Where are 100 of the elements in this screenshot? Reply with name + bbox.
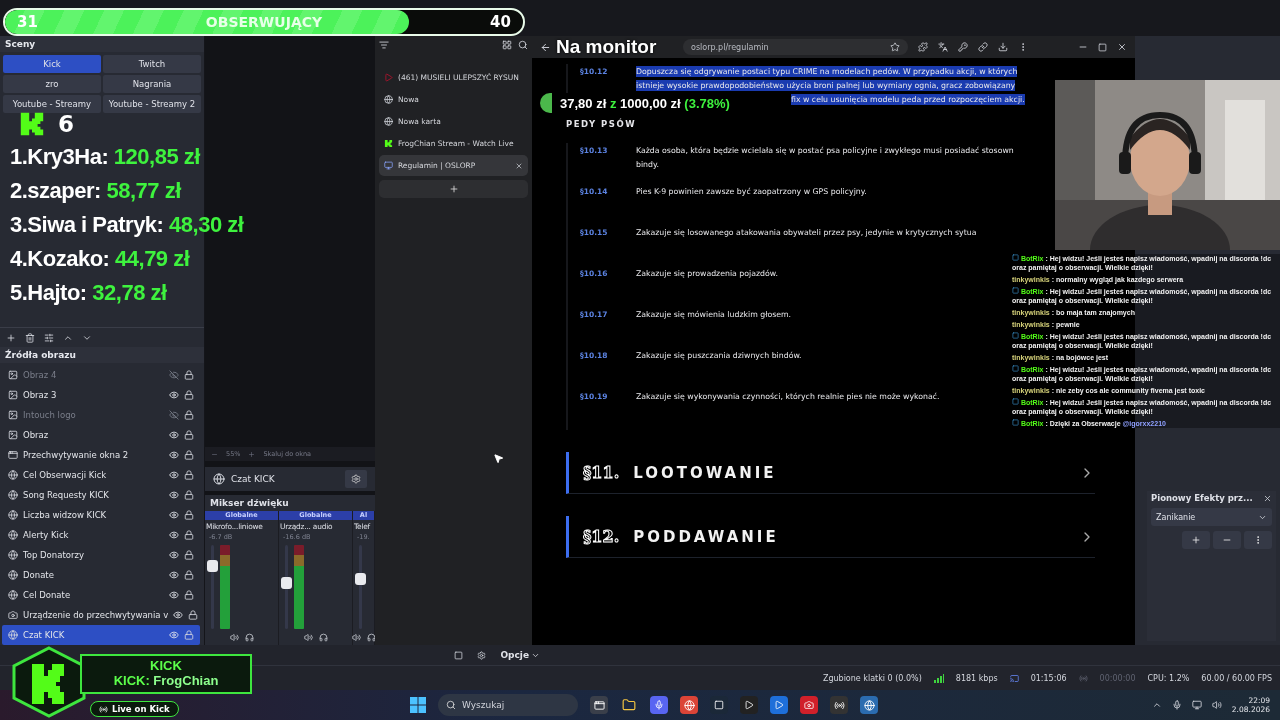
scene-button[interactable]: Kick — [3, 55, 101, 73]
play-app-icon[interactable] — [770, 696, 788, 714]
slider-thumb[interactable] — [207, 560, 218, 572]
eye-icon[interactable] — [169, 570, 179, 580]
speaker-icon[interactable] — [303, 633, 313, 642]
lock-icon[interactable] — [184, 530, 194, 540]
speaker-icon[interactable] — [351, 633, 361, 642]
scene-button[interactable]: zro — [3, 75, 101, 93]
menu-icon[interactable] — [379, 40, 389, 50]
eye-icon[interactable] — [169, 450, 179, 460]
section-header[interactable]: §12. PODDAWANIE — [566, 516, 1095, 558]
maximize-icon[interactable] — [1098, 42, 1107, 52]
lock-icon[interactable] — [184, 390, 194, 400]
headphones-icon[interactable] — [244, 633, 254, 642]
grid-icon[interactable] — [502, 40, 512, 50]
lock-icon[interactable] — [184, 550, 194, 560]
globe-app-icon[interactable] — [860, 696, 878, 714]
back-icon[interactable] — [540, 41, 551, 53]
window-icon[interactable] — [590, 696, 608, 714]
source-row[interactable]: Obraz 3 — [2, 385, 200, 405]
settings-icon[interactable] — [477, 650, 487, 660]
lock-icon[interactable] — [184, 510, 194, 520]
source-row[interactable]: Cel Obserwacji Kick — [2, 465, 200, 485]
transition-dropdown[interactable]: Zanikanie — [1151, 508, 1272, 526]
source-row[interactable]: Intouch logo — [2, 405, 200, 425]
source-row[interactable]: Alerty Kick — [2, 525, 200, 545]
speaker-icon[interactable] — [1211, 700, 1222, 710]
chat-app-icon[interactable] — [650, 696, 668, 714]
browser-icon[interactable] — [680, 696, 698, 714]
eye-icon[interactable] — [173, 610, 184, 620]
lock-icon[interactable] — [184, 450, 194, 460]
remove-button[interactable] — [1213, 531, 1241, 549]
lock-icon[interactable] — [184, 490, 194, 500]
eye-icon[interactable] — [169, 590, 179, 600]
scene-button[interactable]: Youtube - Streamy 2 — [103, 95, 201, 113]
lock-icon[interactable] — [184, 430, 194, 440]
sliders-icon[interactable] — [44, 332, 54, 343]
eye-icon[interactable] — [169, 550, 179, 560]
add-icon[interactable] — [6, 332, 16, 343]
recorder-icon[interactable] — [830, 696, 848, 714]
lock-icon[interactable] — [184, 370, 194, 380]
star-icon[interactable] — [890, 42, 900, 52]
search-icon[interactable] — [518, 40, 528, 50]
source-row[interactable]: Donate — [2, 565, 200, 585]
settings-button[interactable] — [345, 470, 367, 488]
search-field[interactable]: Wyszukaj — [438, 694, 578, 716]
scene-button[interactable]: Youtube - Streamy — [3, 95, 101, 113]
windows-logo-icon[interactable] — [410, 697, 426, 713]
lock-icon[interactable] — [184, 630, 194, 640]
source-row[interactable]: Obraz 4 — [2, 365, 200, 385]
game-launcher-icon[interactable] — [740, 696, 758, 714]
options-button[interactable]: Opcje — [500, 650, 540, 660]
eye-off-icon[interactable] — [169, 410, 179, 420]
source-row[interactable]: Przechwytywanie okna 2 — [2, 445, 200, 465]
source-row[interactable]: Obraz — [2, 425, 200, 445]
puzzle-icon[interactable] — [918, 42, 928, 52]
lock-icon[interactable] — [184, 570, 194, 580]
close-icon[interactable] — [1263, 493, 1272, 503]
lock-icon[interactable] — [188, 610, 199, 620]
source-row[interactable]: Song Requesty KICK — [2, 485, 200, 505]
lock-icon[interactable] — [184, 590, 194, 600]
speaker-icon[interactable] — [229, 633, 239, 642]
scene-button[interactable]: Twitch — [103, 55, 201, 73]
game-store-icon[interactable] — [710, 696, 728, 714]
trash-icon[interactable] — [25, 332, 35, 343]
chevron-up-icon[interactable] — [1151, 700, 1162, 710]
scene-button[interactable]: Nagrania — [103, 75, 201, 93]
add-button[interactable] — [1182, 531, 1210, 549]
eye-icon[interactable] — [169, 470, 179, 480]
key-icon[interactable] — [958, 42, 968, 52]
layout-icon[interactable] — [454, 650, 464, 660]
source-row[interactable]: Urządzenie do przechwytywania v — [2, 605, 200, 625]
eye-icon[interactable] — [169, 630, 179, 640]
link-icon[interactable] — [978, 42, 988, 52]
source-row[interactable]: Cel Donate — [2, 585, 200, 605]
source-row[interactable]: Czat KICK — [2, 625, 200, 645]
source-row[interactable]: Top Donatorzy — [2, 545, 200, 565]
headphones-icon[interactable] — [318, 633, 328, 642]
headphones-icon[interactable] — [366, 633, 376, 642]
slider-thumb[interactable] — [355, 572, 366, 585]
eye-icon[interactable] — [169, 430, 179, 440]
close-icon[interactable] — [515, 161, 523, 170]
lock-icon[interactable] — [184, 410, 194, 420]
source-row[interactable]: Liczba widzow KICK — [2, 505, 200, 525]
eye-icon[interactable] — [169, 390, 179, 400]
eye-off-icon[interactable] — [169, 370, 179, 380]
slider-thumb[interactable] — [281, 576, 292, 589]
more-button[interactable] — [1244, 531, 1272, 549]
monitor-icon[interactable] — [1191, 700, 1202, 710]
section-header[interactable]: §11. LOOTOWANIE — [566, 452, 1095, 494]
lock-icon[interactable] — [184, 470, 194, 480]
download-icon[interactable] — [998, 42, 1008, 52]
camera-app-icon[interactable] — [800, 696, 818, 714]
microphone-icon[interactable] — [1171, 700, 1182, 710]
eye-icon[interactable] — [169, 510, 179, 520]
eye-icon[interactable] — [169, 530, 179, 540]
eye-icon[interactable] — [169, 490, 179, 500]
translate-icon[interactable] — [938, 42, 948, 52]
address-field[interactable]: oslorp.pl/regulamin — [683, 39, 908, 55]
close-icon[interactable] — [1117, 42, 1127, 52]
